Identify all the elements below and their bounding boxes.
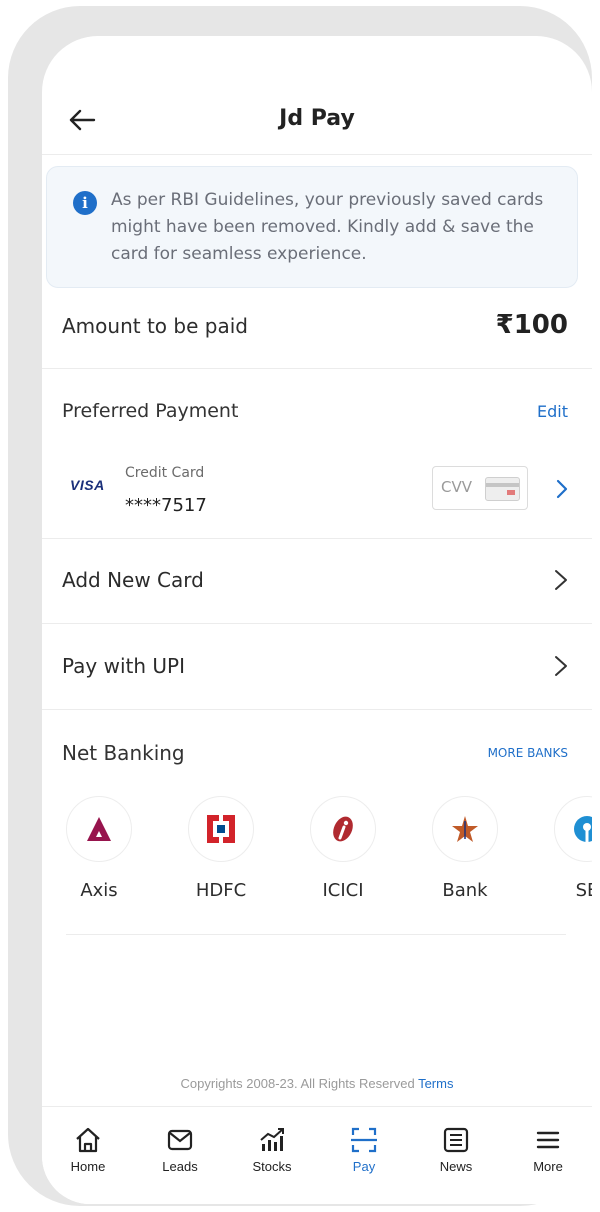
- bank-axis[interactable]: Axis: [54, 796, 144, 906]
- hdfc-bank-logo-icon: [188, 796, 254, 862]
- add-new-card-label: Add New Card: [62, 568, 204, 592]
- nav-label: News: [439, 1159, 473, 1174]
- bottom-nav: Home Leads Stocks Pay News More: [42, 1106, 592, 1204]
- nav-label: Home: [70, 1159, 106, 1174]
- nav-label: Stocks: [252, 1159, 292, 1174]
- card-type: Credit Card: [125, 465, 205, 481]
- app-screen: Jd Pay i As per RBI Guidelines, your pre…: [42, 36, 592, 1204]
- mail-icon: [167, 1129, 193, 1151]
- visa-logo: VISA: [70, 477, 105, 493]
- bank-name: SE: [575, 880, 592, 901]
- bank-name: ICICI: [322, 880, 364, 901]
- header: Jd Pay: [42, 36, 592, 155]
- bank-sbi[interactable]: SE: [542, 796, 592, 906]
- card-number: ****7517: [125, 495, 207, 516]
- device-frame: Jd Pay i As per RBI Guidelines, your pre…: [8, 6, 592, 1206]
- bank-generic[interactable]: Bank: [420, 796, 510, 906]
- add-new-card-row[interactable]: Add New Card: [42, 538, 592, 624]
- pay-with-upi-row[interactable]: Pay with UPI: [42, 624, 592, 710]
- copyright-footer: Copyrights 2008-23. All Rights Reserved …: [42, 1076, 592, 1091]
- more-banks-link[interactable]: MORE BANKS: [488, 746, 568, 760]
- nav-leads[interactable]: Leads: [134, 1107, 226, 1187]
- nav-label: Leads: [162, 1159, 198, 1174]
- icici-bank-logo-icon: [310, 796, 376, 862]
- chevron-right-icon[interactable]: [554, 477, 570, 501]
- rbi-notice: i As per RBI Guidelines, your previously…: [46, 166, 578, 288]
- nav-home[interactable]: Home: [42, 1107, 134, 1187]
- card-back-icon: [485, 477, 520, 501]
- stocks-icon: [260, 1128, 284, 1151]
- nav-label: Pay: [352, 1159, 376, 1174]
- nav-more[interactable]: More: [502, 1107, 592, 1187]
- amount-row: Amount to be paid ₹100: [42, 286, 592, 369]
- chevron-right-icon: [555, 570, 567, 590]
- nav-stocks[interactable]: Stocks: [226, 1107, 318, 1187]
- bank-hdfc[interactable]: HDFC: [176, 796, 266, 906]
- divider: [66, 934, 566, 935]
- bank-name: Axis: [80, 880, 118, 901]
- edit-link[interactable]: Edit: [537, 402, 568, 421]
- star-bank-logo-icon: [432, 796, 498, 862]
- preferred-payment-label: Preferred Payment: [62, 400, 239, 422]
- bank-name: HDFC: [195, 880, 247, 901]
- amount-value: ₹100: [495, 310, 568, 340]
- cvv-input[interactable]: CVV: [432, 466, 528, 510]
- page-title: Jd Pay: [279, 106, 355, 131]
- nav-pay[interactable]: Pay: [318, 1107, 410, 1187]
- amount-label: Amount to be paid: [62, 314, 248, 338]
- axis-bank-logo-icon: [66, 796, 132, 862]
- sbi-bank-logo-icon: [554, 796, 592, 862]
- terms-link[interactable]: Terms: [418, 1076, 453, 1091]
- notice-text: As per RBI Guidelines, your previously s…: [111, 190, 544, 264]
- nav-label: More: [533, 1159, 563, 1174]
- nav-news[interactable]: News: [410, 1107, 502, 1187]
- menu-icon: [536, 1131, 560, 1149]
- bank-icici[interactable]: ICICI: [298, 796, 388, 906]
- pay-with-upi-label: Pay with UPI: [62, 654, 185, 678]
- bank-name: Bank: [442, 880, 488, 901]
- info-icon: i: [73, 191, 97, 215]
- chevron-right-icon: [555, 656, 567, 676]
- net-banking-label: Net Banking: [62, 741, 185, 765]
- cvv-placeholder: CVV: [441, 478, 472, 496]
- scan-pay-icon: [351, 1127, 377, 1153]
- home-icon: [76, 1127, 100, 1153]
- copyright-text: Copyrights 2008-23. All Rights Reserved: [180, 1076, 415, 1091]
- saved-card-row[interactable]: VISA Credit Card ****7517 CVV: [42, 451, 592, 539]
- news-icon: [443, 1127, 469, 1153]
